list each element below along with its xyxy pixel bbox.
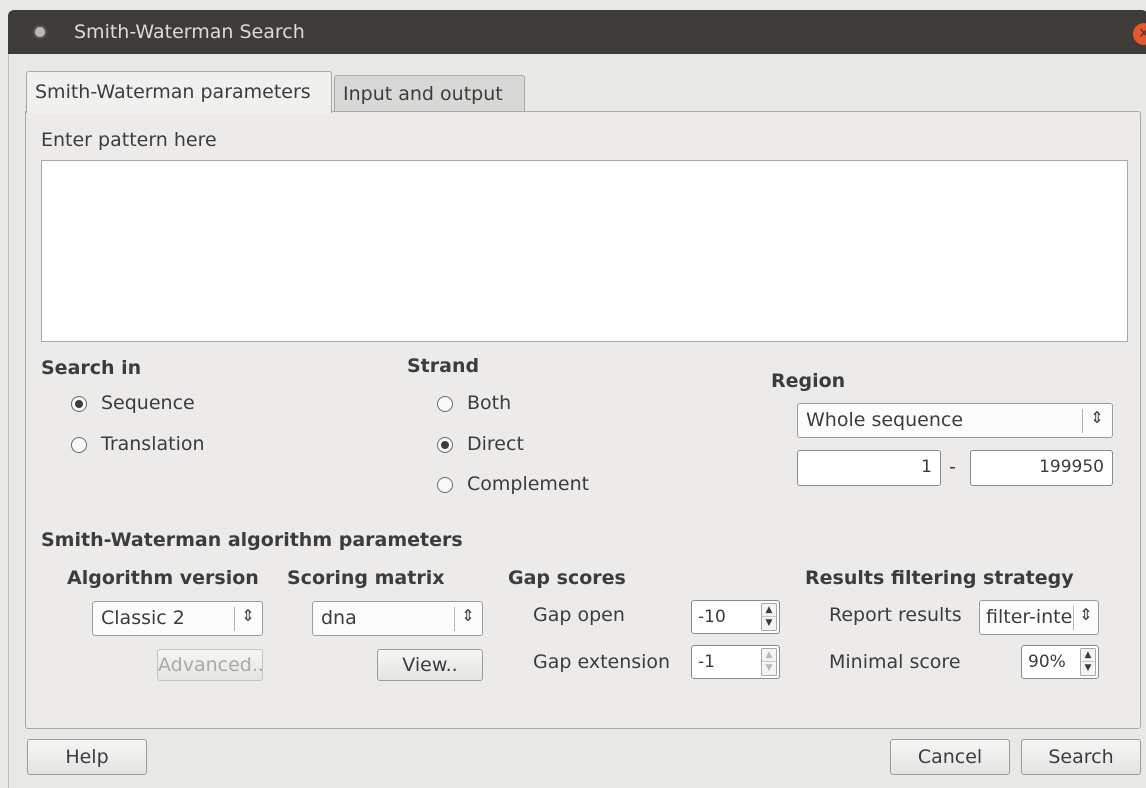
translation-radio[interactable] — [71, 437, 87, 453]
search-button[interactable]: Search — [1021, 739, 1141, 775]
report-results-select[interactable]: filter-inte ⇕ — [979, 600, 1099, 635]
gap-open-label: Gap open — [533, 604, 625, 626]
advanced-button[interactable]: Advanced.. — [157, 649, 264, 681]
region-end-field[interactable]: 199950 — [970, 450, 1113, 486]
search-in-heading: Search in — [41, 357, 142, 379]
tab-input-and-output[interactable]: Input and output — [334, 75, 525, 112]
chevron-down-icon[interactable]: ▼ — [762, 662, 776, 675]
region-separator: - — [949, 456, 956, 478]
tab-smith-waterman-parameters[interactable]: Smith-Waterman parameters — [26, 71, 332, 113]
gap-open-value: -10 — [698, 607, 726, 627]
help-button[interactable]: Help — [27, 739, 147, 775]
direct-radio-label[interactable]: Direct — [467, 433, 524, 455]
up-down-chevron-icon: ⇕ — [1079, 605, 1093, 624]
chevron-up-icon[interactable]: ▲ — [762, 649, 776, 662]
window-title: Smith-Waterman Search — [74, 21, 305, 43]
scoring-matrix-value: dna — [321, 607, 357, 629]
sequence-radio-label[interactable]: Sequence — [101, 392, 195, 414]
scoring-matrix-heading: Scoring matrix — [287, 567, 445, 589]
region-heading: Region — [771, 370, 846, 392]
view-matrix-button[interactable]: View.. — [377, 649, 483, 681]
chevron-up-icon[interactable]: ▲ — [1081, 649, 1095, 662]
gap-extension-label: Gap extension — [533, 651, 671, 673]
direct-radio[interactable] — [437, 437, 453, 453]
gap-scores-heading: Gap scores — [508, 567, 626, 589]
gap-extension-spinbox[interactable]: -1 ▲ ▼ — [691, 645, 780, 679]
window-menu-icon[interactable] — [35, 27, 45, 37]
gap-extension-value: -1 — [698, 652, 715, 672]
close-icon[interactable]: ✕ — [1133, 23, 1146, 45]
gap-open-spinbox[interactable]: -10 ▲ ▼ — [691, 600, 780, 634]
complement-radio-label[interactable]: Complement — [467, 473, 589, 495]
pattern-input[interactable] — [41, 160, 1128, 342]
pattern-label: Enter pattern here — [41, 129, 217, 151]
results-filtering-heading: Results filtering strategy — [805, 567, 1074, 589]
cancel-button[interactable]: Cancel — [890, 739, 1010, 775]
complement-radio[interactable] — [437, 477, 453, 493]
window-titlebar: Smith-Waterman Search ✕ — [8, 10, 1146, 54]
both-radio-label[interactable]: Both — [467, 392, 511, 414]
report-results-value: filter-inte — [986, 606, 1072, 628]
region-select-value: Whole sequence — [806, 409, 964, 431]
region-select[interactable]: Whole sequence ⇕ — [797, 403, 1113, 438]
minimal-score-spinbox[interactable]: 90% ▲ ▼ — [1021, 645, 1099, 679]
region-start-field[interactable]: 1 — [797, 450, 941, 486]
minimal-score-label: Minimal score — [829, 651, 961, 673]
translation-radio-label[interactable]: Translation — [101, 433, 205, 455]
algorithm-version-value: Classic 2 — [101, 607, 185, 629]
scoring-matrix-select[interactable]: dna ⇕ — [312, 601, 483, 636]
chevron-up-icon[interactable]: ▲ — [762, 604, 776, 617]
report-results-label: Report results — [829, 604, 962, 626]
up-down-chevron-icon: ⇕ — [241, 606, 255, 625]
chevron-down-icon[interactable]: ▼ — [1081, 662, 1095, 675]
algorithm-parameters-heading: Smith-Waterman algorithm parameters — [41, 529, 463, 551]
sequence-radio[interactable] — [71, 396, 87, 412]
both-radio[interactable] — [437, 396, 453, 412]
algorithm-version-heading: Algorithm version — [67, 567, 259, 589]
strand-heading: Strand — [407, 355, 480, 377]
chevron-down-icon[interactable]: ▼ — [762, 617, 776, 630]
up-down-chevron-icon: ⇕ — [1090, 408, 1104, 427]
up-down-chevron-icon: ⇕ — [461, 606, 475, 625]
algorithm-version-select[interactable]: Classic 2 ⇕ — [92, 601, 263, 636]
minimal-score-value: 90% — [1028, 652, 1066, 672]
